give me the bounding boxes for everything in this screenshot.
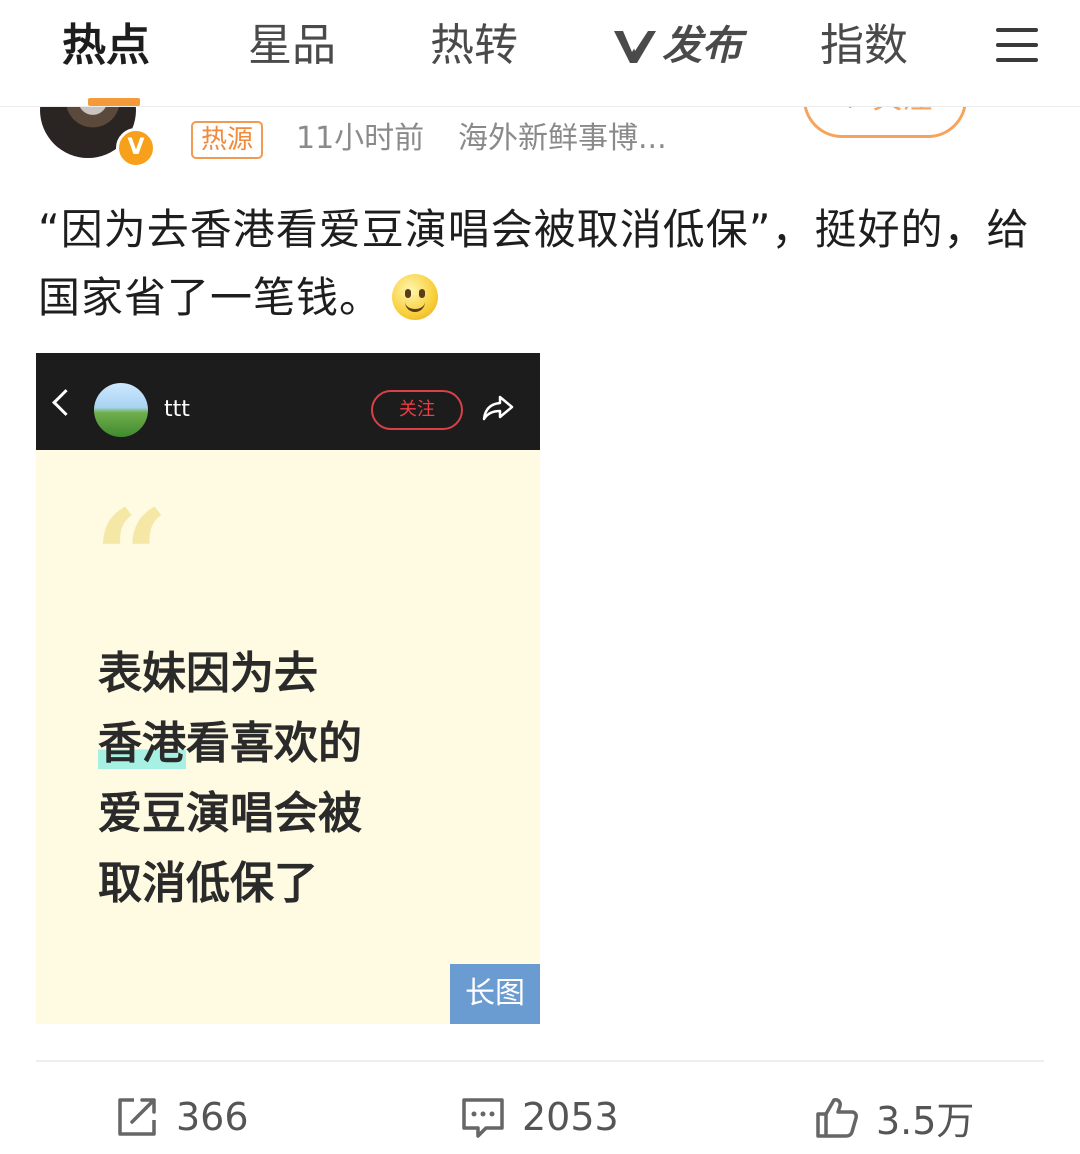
tab-v-publish-label: 发布 — [662, 23, 742, 69]
comment-icon — [462, 1098, 504, 1138]
post-source[interactable]: 海外新鲜事博... — [458, 118, 667, 160]
embed-quote-text: 表妹因为去 香港看喜欢的 爱豆演唱会被 取消低保了 — [98, 639, 362, 919]
back-arrow-icon — [52, 389, 79, 416]
long-image-tag: 长图 — [450, 964, 540, 1024]
avatar-decoration — [88, 98, 140, 106]
share-arrow-icon — [482, 395, 514, 421]
embed-follow-button: 关注 — [371, 390, 463, 430]
embed-header: ttt 关注 — [36, 353, 540, 450]
post-image[interactable]: ttt 关注 “ 表妹因为去 香港看喜欢的 爱豆演唱会被 取消低保了 长图 — [36, 353, 540, 1024]
embed-line-1-text: 表妹因为去 — [98, 648, 318, 699]
share-icon — [118, 1098, 156, 1136]
post-text-body: “因为去香港看爱豆演唱会被取消低保”，挺好的，给国家省了一笔钱。 — [38, 205, 1030, 322]
tab-star-product[interactable]: 星品 — [248, 18, 336, 74]
comment-count: 2053 — [522, 1095, 619, 1139]
embed-line-4: 取消低保了 — [98, 849, 362, 919]
embed-line-2-text: 看喜欢的 — [186, 718, 362, 769]
comment-button[interactable]: 2053 — [460, 1090, 619, 1144]
embed-user-name: ttt — [164, 397, 190, 422]
thumbs-up-icon — [816, 1098, 858, 1138]
tab-hot[interactable]: 热点 — [62, 18, 150, 74]
quote-mark-icon: “ — [94, 481, 169, 634]
action-divider — [36, 1060, 1044, 1062]
like-button[interactable]: 3.5万 — [814, 1090, 974, 1144]
tab-hot-forward[interactable]: 热转 — [430, 18, 518, 74]
embed-user-avatar — [94, 383, 148, 437]
menu-icon[interactable] — [996, 26, 1038, 64]
like-count: 3.5万 — [876, 1098, 975, 1143]
embed-line-2-highlight: 香港 — [98, 718, 186, 769]
embed-line-3-text: 爱豆演唱会被 — [98, 788, 362, 839]
embed-line-3: 爱豆演唱会被 — [98, 779, 362, 849]
verified-badge-icon: V — [116, 128, 156, 168]
post-time: 11小时前 — [296, 121, 425, 156]
embed-line-1: 表妹因为去 — [98, 639, 362, 709]
share-count: 366 — [176, 1095, 249, 1139]
hot-source-tag: 热源 — [191, 121, 264, 159]
tab-index[interactable]: 指数 — [820, 18, 908, 74]
v-logo-icon — [614, 31, 656, 63]
post-text: “因为去香港看爱豆演唱会被取消低保”，挺好的，给国家省了一笔钱。 — [38, 196, 1038, 332]
embed-line-4-text: 取消低保了 — [98, 858, 318, 909]
top-nav: 热点 星品 热转 发布 指数 — [0, 0, 1080, 107]
tab-v-publish[interactable]: 发布 — [610, 18, 742, 74]
share-button[interactable]: 366 — [114, 1090, 249, 1144]
smiley-icon — [392, 273, 439, 320]
embed-line-2: 香港看喜欢的 — [98, 709, 362, 779]
